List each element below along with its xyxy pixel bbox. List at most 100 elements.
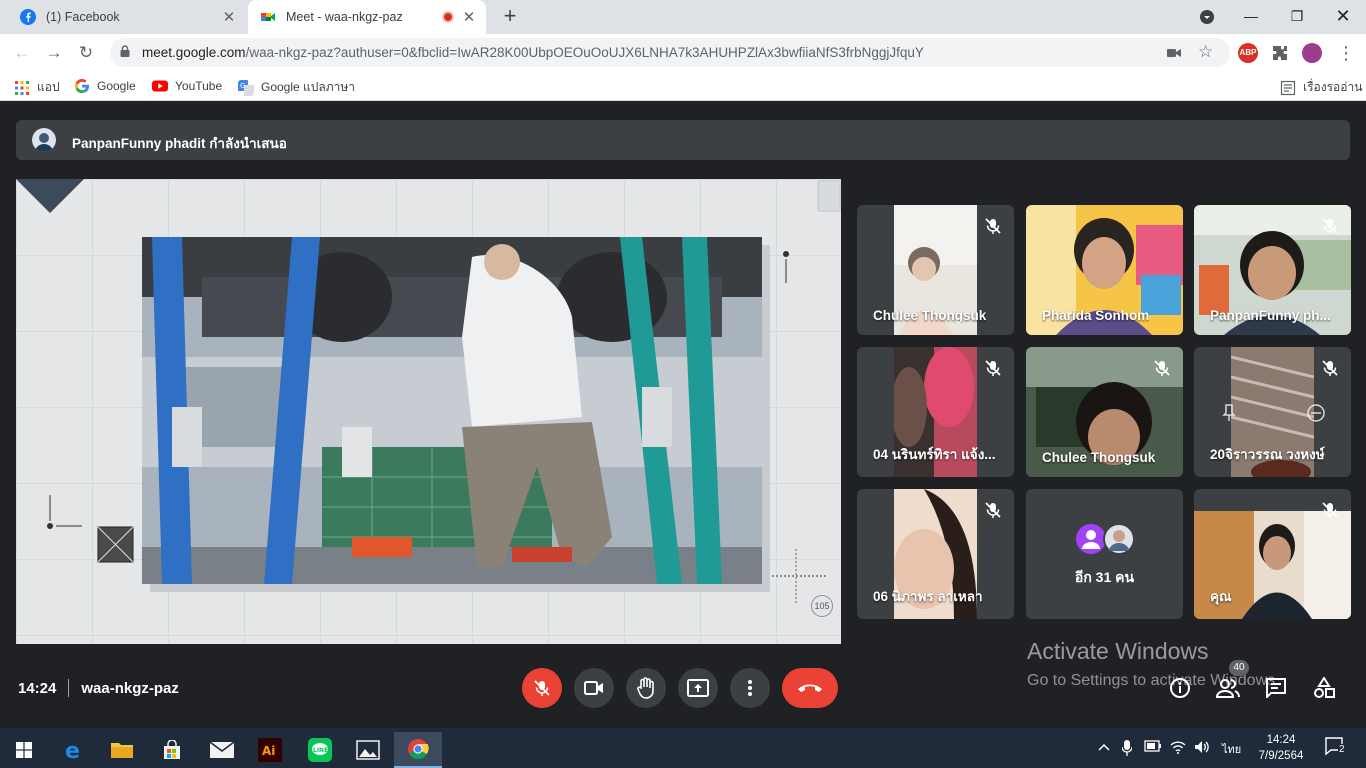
folder-icon: [111, 743, 133, 758]
camera-toggle-button[interactable]: [574, 668, 614, 708]
bookmark-youtube[interactable]: YouTube: [152, 78, 222, 94]
participant-name: 20จิราวรรณ วงหงษ์: [1210, 447, 1325, 462]
taskbar-edge[interactable]: e: [50, 732, 98, 768]
bookmark-label: Google: [97, 79, 136, 93]
start-button[interactable]: [0, 732, 48, 768]
bookmark-google[interactable]: Google: [74, 78, 136, 94]
presenter-text: PanpanFunny phadit กำลังนำเสนอ: [72, 136, 287, 151]
more-options-button[interactable]: [730, 668, 770, 708]
taskbar-illustrator[interactable]: Ai: [246, 732, 294, 768]
mail-icon: [210, 742, 234, 758]
camera-icon: [584, 681, 603, 695]
address-bar[interactable]: meet.google.com/waa-nkgz-paz?authuser=0&…: [110, 38, 1230, 67]
battery-icon[interactable]: [1144, 740, 1162, 755]
show-hidden-icons-button[interactable]: [1098, 738, 1110, 754]
taskbar-file-explorer[interactable]: [98, 732, 146, 768]
wifi-icon[interactable]: [1170, 740, 1186, 757]
reading-list-button[interactable]: เรื่องรออ่าน: [1280, 78, 1362, 97]
back-button[interactable]: ←: [10, 41, 34, 65]
close-tab-icon[interactable]: ✕: [458, 8, 480, 26]
chevron-down-icon: [1200, 10, 1214, 24]
show-everyone-button[interactable]: [1216, 676, 1240, 700]
people-icon: [1216, 679, 1240, 698]
participant-tile[interactable]: 04 นรินทร์ทิรา แจ้ง...: [857, 347, 1014, 477]
volume-icon[interactable]: [1194, 740, 1210, 757]
present-now-button[interactable]: [678, 668, 718, 708]
edge-icon: e: [65, 739, 80, 761]
participant-tile[interactable]: Pharida Sonhom: [1026, 205, 1183, 335]
bookmark-translate[interactable]: G Google แปลภาษา: [238, 78, 355, 97]
participant-tile[interactable]: 06 นิภาพร ลาเหลา: [857, 489, 1014, 619]
restore-button[interactable]: ❐: [1274, 0, 1320, 34]
divider: [68, 679, 70, 697]
chat-icon: [1266, 678, 1286, 698]
presentation-screen: 105: [16, 179, 841, 644]
participant-name: 04 นรินทร์ทิรา แจ้ง...: [873, 447, 996, 462]
clock-time: 14:24: [1266, 734, 1296, 746]
tab-title: (1) Facebook: [46, 10, 120, 24]
windows-taskbar: e Ai LINE ไทย 14:24 7/9/2564 2: [0, 728, 1366, 768]
extensions-puzzle-icon[interactable]: [1270, 43, 1290, 63]
shared-video-frame: [142, 237, 762, 584]
tab-search-button[interactable]: [1184, 0, 1230, 34]
svg-text:LINE: LINE: [313, 747, 328, 754]
participant-tile[interactable]: PanpanFunny ph...: [1194, 205, 1351, 335]
more-participants-tile[interactable]: อีก 31 คน: [1026, 489, 1183, 619]
bookmark-star-icon[interactable]: ☆: [1198, 42, 1213, 62]
participant-tile[interactable]: Chulee Thongsuk: [857, 205, 1014, 335]
reload-button[interactable]: ↻: [74, 41, 98, 65]
participant-tile-self[interactable]: คุณ: [1194, 489, 1351, 619]
action-center-button[interactable]: 2: [1324, 736, 1346, 761]
lock-icon: [120, 45, 130, 57]
url-text: meet.google.com/waa-nkgz-paz?authuser=0&…: [142, 45, 924, 60]
activities-button[interactable]: [1312, 676, 1336, 700]
svg-text:G: G: [240, 82, 245, 90]
url-host: meet.google.com: [142, 45, 246, 60]
activate-windows-title: Activate Windows: [1027, 638, 1209, 664]
notification-count: 2: [1338, 744, 1346, 755]
tab-facebook[interactable]: (1) Facebook ✕: [8, 0, 246, 34]
taskbar-chrome[interactable]: [394, 732, 442, 768]
people-count-badge: 40: [1229, 660, 1249, 676]
taskbar-store[interactable]: [148, 732, 196, 768]
microphone-toggle-button[interactable]: [522, 668, 562, 708]
participant-tile[interactable]: Chulee Thongsuk: [1026, 347, 1183, 477]
info-icon: [1170, 678, 1190, 698]
google-icon: [74, 78, 89, 94]
tab-strip: (1) Facebook ✕ Meet - waa-nkgz-paz ✕ + —…: [0, 0, 1366, 34]
minimize-button[interactable]: —: [1228, 0, 1274, 34]
raise-hand-button[interactable]: [626, 668, 666, 708]
participant-tile[interactable]: 20จิราวรรณ วงหงษ์: [1194, 347, 1351, 477]
microphone-tray-icon[interactable]: [1121, 740, 1133, 759]
system-clock[interactable]: 14:24 7/9/2564: [1258, 732, 1304, 764]
new-tab-button[interactable]: +: [498, 5, 522, 29]
adblock-plus-icon[interactable]: ABP: [1238, 43, 1258, 63]
close-tab-icon[interactable]: ✕: [218, 8, 240, 26]
participant-name: คุณ: [1210, 589, 1232, 604]
leave-call-button[interactable]: [782, 668, 838, 708]
profile-avatar[interactable]: [1302, 43, 1322, 63]
meeting-details-button[interactable]: [1168, 676, 1192, 700]
tab-meet[interactable]: Meet - waa-nkgz-paz ✕: [248, 0, 486, 34]
forward-button[interactable]: →: [42, 41, 66, 65]
taskbar-line[interactable]: LINE: [296, 732, 344, 768]
muted-mic-icon: [1154, 360, 1170, 376]
participant-avatars: [1076, 523, 1135, 555]
browser-menu-button[interactable]: ⋮: [1334, 41, 1358, 65]
taskbar-photos[interactable]: [344, 732, 392, 768]
mic-off-icon: [534, 680, 550, 696]
close-window-button[interactable]: ✕: [1320, 0, 1366, 34]
bookmark-label: YouTube: [175, 79, 223, 93]
chat-button[interactable]: [1264, 676, 1288, 700]
meeting-code[interactable]: waa-nkgz-paz: [81, 680, 179, 697]
bookmark-apps[interactable]: แอป: [14, 78, 60, 97]
camera-in-use-icon[interactable]: [1167, 45, 1181, 61]
tab-title: Meet - waa-nkgz-paz: [286, 10, 403, 24]
taskbar-mail[interactable]: [198, 732, 246, 768]
input-language[interactable]: ไทย: [1222, 740, 1241, 758]
apps-grid-icon: [15, 80, 29, 95]
more-vertical-icon: [748, 680, 752, 696]
muted-mic-icon: [985, 218, 1001, 234]
line-app-icon: LINE: [308, 738, 332, 762]
more-participants-label: อีก 31 คน: [1074, 569, 1135, 585]
